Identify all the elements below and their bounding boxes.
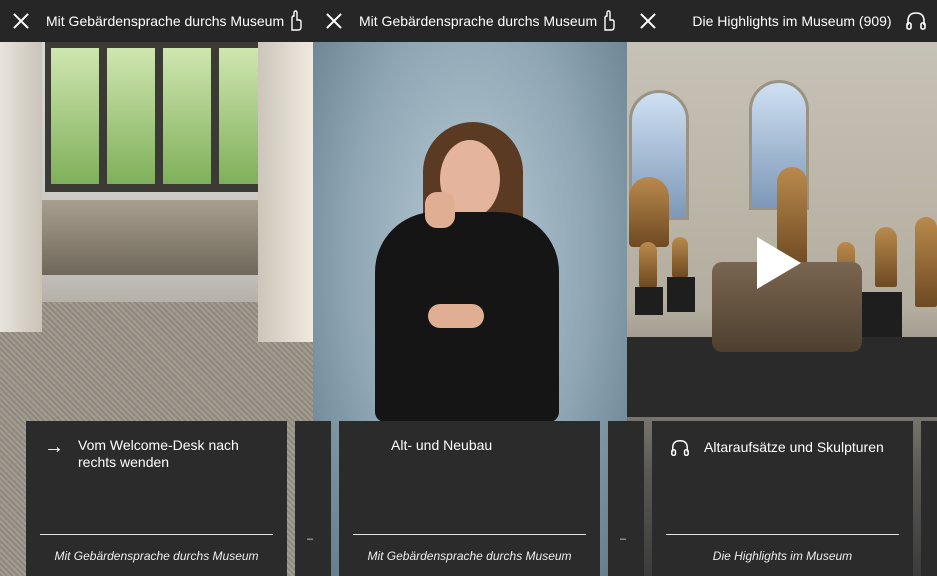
panel-title: Die Highlights im Museum (909): [692, 13, 892, 29]
card-mark: –: [620, 533, 627, 545]
stop-subtitle: Mit Gebärdensprache durchs Museum: [54, 549, 259, 563]
sculpture: [915, 217, 937, 307]
stop-title: Altaraufsätze und Skulpturen: [704, 439, 884, 455]
top-bar: Mit Gebärdensprache durchs Museum: [0, 0, 313, 42]
stop-subtitle: Die Highlights im Museum: [712, 549, 853, 563]
sculpture: [875, 227, 897, 287]
stop-card[interactable]: Alt- und Neubau Mit Gebärdensprache durc…: [339, 421, 600, 576]
sculpture: [672, 237, 688, 277]
stop-card[interactable]: Altaraufsätze und Skulpturen Die Highlig…: [652, 421, 913, 576]
close-icon[interactable]: [323, 10, 345, 32]
stop-card-peek[interactable]: [921, 421, 937, 576]
headphones-icon: [671, 439, 689, 456]
stop-title: Vom Welcome-Desk nach rechts wenden: [78, 437, 239, 470]
divider: [353, 534, 586, 535]
stop-card-peek[interactable]: –: [295, 421, 331, 576]
pedestal: [667, 277, 695, 312]
panel-title: Mit Gebärdensprache durchs Museum: [359, 13, 598, 29]
close-icon[interactable]: [637, 10, 659, 32]
window: [45, 42, 275, 192]
sculpture: [639, 242, 657, 287]
top-bar: Die Highlights im Museum (909): [627, 0, 937, 42]
welcome-desk: [25, 200, 285, 275]
column-right: [258, 42, 313, 342]
altarpiece: [629, 177, 669, 247]
divider: [666, 534, 899, 535]
pedestal: [862, 292, 902, 337]
top-bar: Mit Gebärdensprache durchs Museum: [313, 0, 627, 42]
pedestal: [635, 287, 663, 315]
sign-language-hand-icon: [604, 10, 615, 31]
column-left: [0, 42, 42, 332]
arrow-right-icon: →: [44, 436, 64, 458]
close-icon[interactable]: [10, 10, 32, 32]
signer-hand: [428, 304, 484, 328]
panel-title: Mit Gebärdensprache durchs Museum: [46, 13, 285, 29]
sign-language-hand-icon: [291, 10, 302, 31]
stop-card-peek[interactable]: –: [608, 421, 644, 576]
play-icon[interactable]: [757, 237, 801, 289]
stop-card[interactable]: → Vom Welcome-Desk nach rechts wenden Mi…: [26, 421, 287, 576]
signer-hand: [425, 192, 455, 228]
stop-subtitle: Mit Gebärdensprache durchs Museum: [367, 549, 572, 563]
headphones-icon[interactable]: [905, 10, 927, 32]
card-mark: –: [307, 533, 314, 545]
divider: [40, 534, 273, 535]
stop-title: Alt- und Neubau: [391, 437, 493, 453]
